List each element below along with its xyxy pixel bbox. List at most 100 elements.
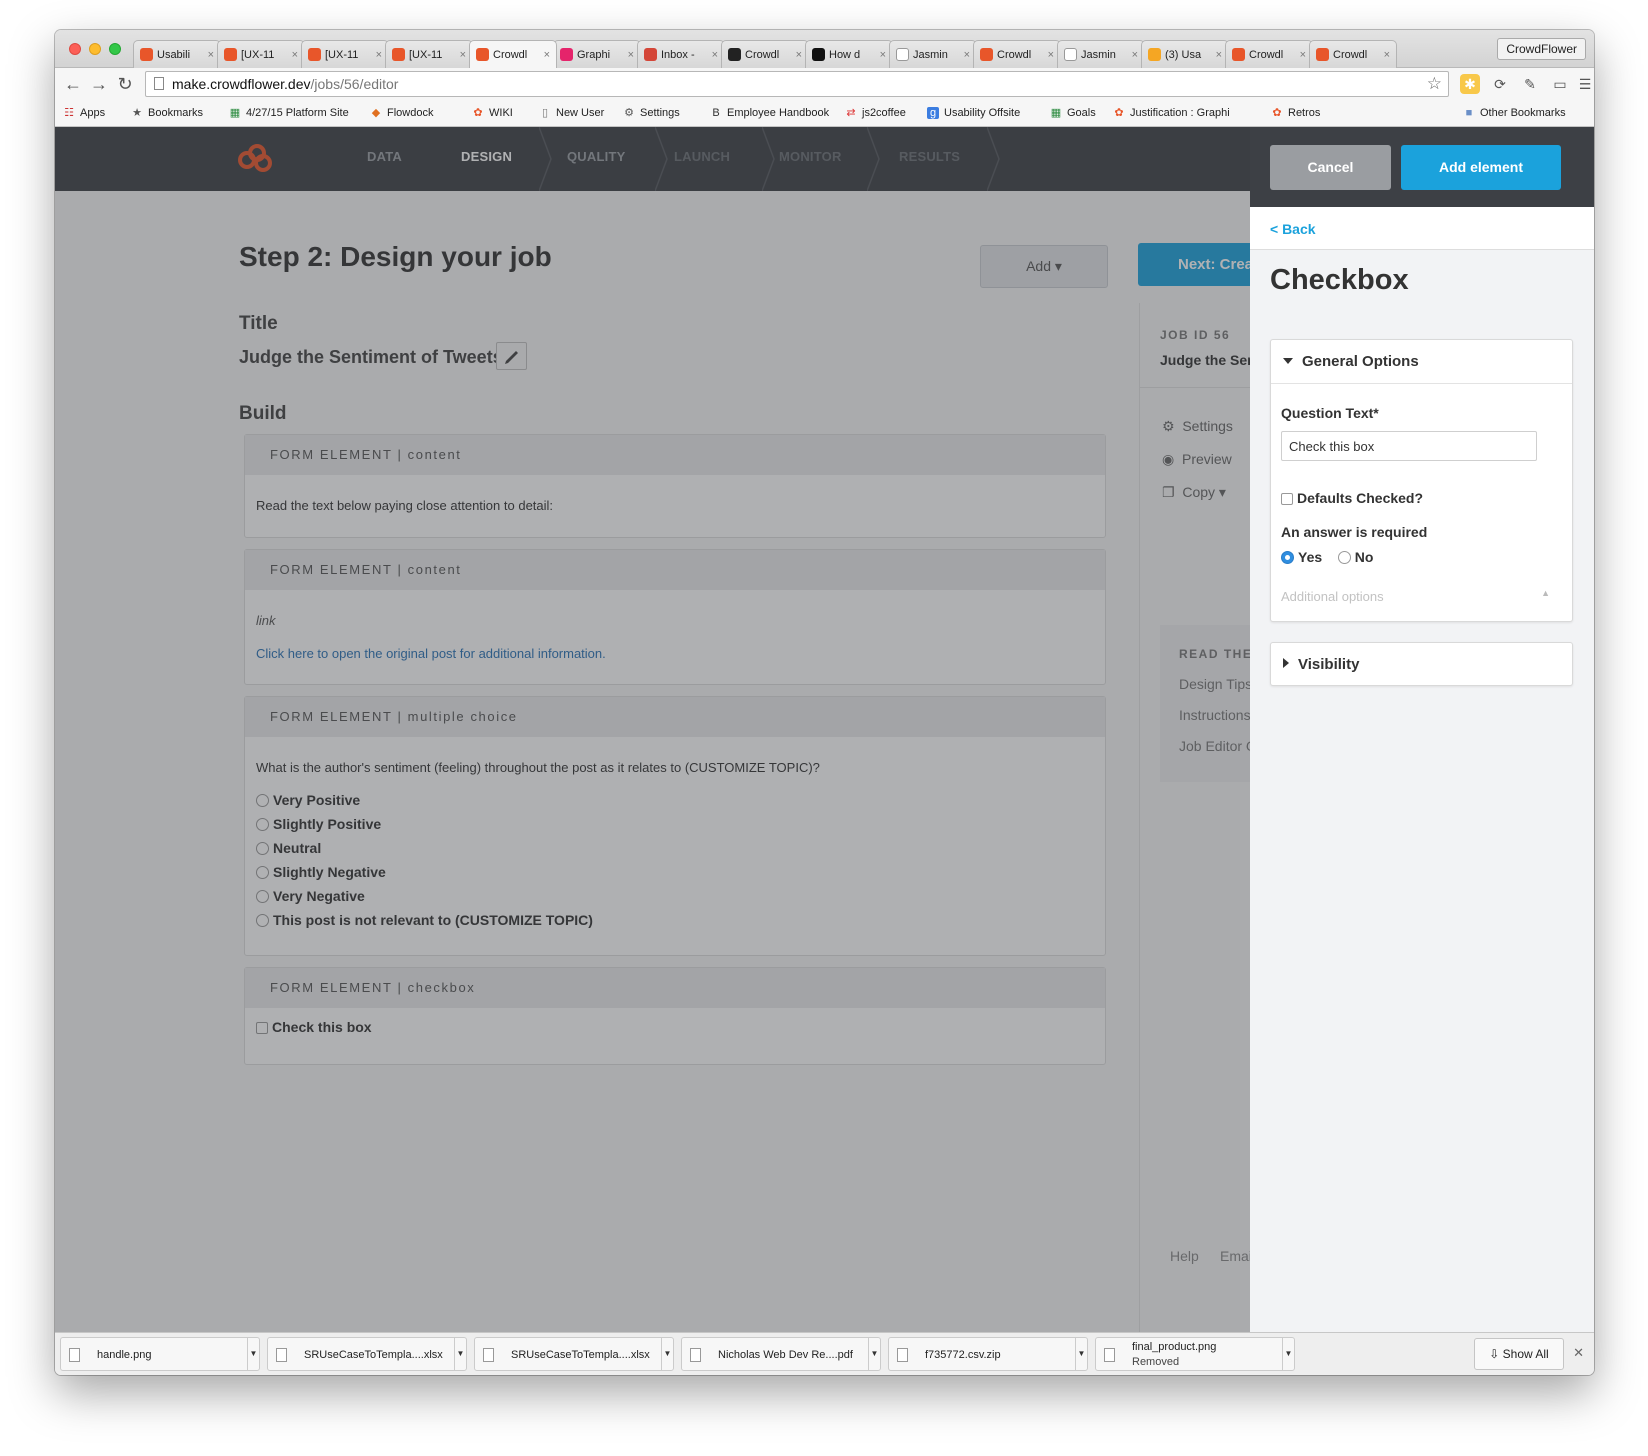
close-icon[interactable]: ×	[292, 49, 298, 61]
close-icon[interactable]: ×	[1132, 49, 1138, 61]
browser-tab[interactable]: [UX-11 ×	[217, 40, 305, 68]
sync-extension-icon[interactable]: ⟳	[1490, 74, 1510, 94]
close-icon[interactable]: ×	[1048, 49, 1054, 61]
bookmark-item[interactable]: ▦ Goals	[1050, 107, 1096, 119]
general-options-toggle[interactable]: General Options	[1271, 340, 1572, 384]
browser-tab[interactable]: [UX-11 ×	[385, 40, 473, 68]
required-no-option[interactable]: No	[1337, 549, 1373, 565]
bookmark-item[interactable]: ◆ Flowdock	[370, 107, 434, 119]
browser-toolbar: ← → ↻ make.crowdflower.dev/jobs/56/edito…	[55, 68, 1594, 100]
additional-options-toggle[interactable]: Additional options	[1281, 589, 1384, 604]
close-icon[interactable]: ×	[964, 49, 970, 61]
close-window-icon[interactable]	[69, 43, 81, 55]
back-link[interactable]: < Back	[1270, 221, 1316, 237]
bookmark-item[interactable]: B Employee Handbook	[710, 107, 829, 119]
close-icon[interactable]: ✕	[1573, 1345, 1584, 1361]
cast-icon[interactable]: ▭	[1550, 74, 1570, 94]
required-radio-group: Yes No	[1281, 549, 1373, 565]
bookmark-item[interactable]: ★ Bookmarks	[131, 107, 203, 119]
close-icon[interactable]: ×	[544, 49, 550, 61]
bookmark-label: WIKI	[489, 107, 513, 119]
close-icon[interactable]: ×	[796, 49, 802, 61]
close-icon[interactable]: ×	[880, 49, 886, 61]
profile-button[interactable]: CrowdFlower	[1497, 38, 1586, 60]
bookmark-item[interactable]: ✿ Retros	[1271, 107, 1320, 119]
add-element-button[interactable]: Add element	[1401, 145, 1561, 190]
bookmark-item[interactable]: ⚙ Settings	[623, 107, 680, 119]
question-text-label: Question Text*	[1281, 405, 1379, 421]
browser-tab[interactable]: Crowdl ×	[1309, 40, 1397, 68]
minimize-window-icon[interactable]	[89, 43, 101, 55]
download-item[interactable]: Nicholas Web Dev Re....pdf ▼	[681, 1337, 881, 1371]
download-item[interactable]: SRUseCaseToTempla....xlsx ▼	[474, 1337, 674, 1371]
browser-tab[interactable]: Inbox - ×	[637, 40, 725, 68]
document-icon: ▯	[541, 107, 549, 119]
cancel-button[interactable]: Cancel	[1270, 145, 1391, 190]
bookmarks-bar: ☷ Apps ★ Bookmarks ▦ 4/27/15 Platform Site ◆ Fl…	[55, 100, 1594, 127]
bookmark-item[interactable]: ▯ New User	[539, 107, 604, 119]
defaults-checked-checkbox[interactable]	[1281, 493, 1293, 505]
bookmark-item[interactable]: ✿ WIKI	[472, 107, 513, 119]
browser-tab[interactable]: Crowdl ×	[1225, 40, 1313, 68]
download-name: f735772.csv.zip	[925, 1349, 1001, 1361]
question-text-input[interactable]	[1281, 431, 1537, 461]
browser-tab[interactable]: Usabili ×	[133, 40, 221, 68]
page-icon	[154, 77, 164, 90]
browser-tab[interactable]: Crowdl ×	[721, 40, 809, 68]
eyedropper-icon[interactable]: ✎	[1520, 74, 1540, 94]
browser-tab[interactable]: How d ×	[805, 40, 893, 68]
close-icon[interactable]: ×	[628, 49, 634, 61]
bookmark-item[interactable]: ☷ Apps	[63, 107, 105, 119]
bookmark-item[interactable]: ▦ 4/27/15 Platform Site	[229, 107, 349, 119]
radio-selected-icon[interactable]	[1281, 551, 1294, 564]
required-label: An answer is required	[1281, 524, 1428, 540]
chevron-down-icon[interactable]: ▼	[454, 1338, 466, 1370]
element-drawer: Cancel Add element < Back Checkbox Gener…	[1250, 127, 1594, 1332]
radio-icon[interactable]	[1337, 551, 1351, 564]
download-item[interactable]: final_product.png Removed ▼	[1095, 1337, 1295, 1371]
close-icon[interactable]: ×	[712, 49, 718, 61]
browser-tab[interactable]: Graphi ×	[553, 40, 641, 68]
close-icon[interactable]: ×	[208, 49, 214, 61]
chevron-up-icon[interactable]: ▲	[1541, 588, 1550, 598]
browser-tab[interactable]: Crowdl ×	[469, 40, 557, 68]
chevron-down-icon[interactable]: ▼	[1282, 1338, 1294, 1370]
download-item[interactable]: SRUseCaseToTempla....xlsx ▼	[267, 1337, 467, 1371]
back-arrow-icon[interactable]: ←	[61, 72, 85, 96]
extension-icon[interactable]: ✱	[1460, 74, 1480, 94]
star-icon: ★	[132, 107, 142, 119]
bookmark-star-icon[interactable]: ☆	[1427, 72, 1442, 96]
reload-icon[interactable]: ↻	[113, 72, 137, 96]
bookmark-item[interactable]: ✿ Justification : Graphi	[1113, 107, 1229, 119]
chevron-down-icon[interactable]: ▼	[661, 1338, 673, 1370]
browser-tab[interactable]: Jasmin ×	[1057, 40, 1145, 68]
address-bar[interactable]: make.crowdflower.dev/jobs/56/editor ☆	[145, 71, 1449, 97]
crowdflower-icon: ✿	[1272, 107, 1282, 119]
close-icon[interactable]: ×	[376, 49, 382, 61]
close-icon[interactable]: ×	[1384, 49, 1390, 61]
browser-tab[interactable]: (3) Usa ×	[1141, 40, 1229, 68]
required-yes-option[interactable]: Yes	[1281, 549, 1322, 565]
other-bookmarks[interactable]: ■ Other Bookmarks	[1463, 107, 1566, 119]
show-all-button[interactable]: ⇩ Show All	[1474, 1338, 1564, 1370]
zoom-window-icon[interactable]	[109, 43, 121, 55]
close-icon[interactable]: ×	[1216, 49, 1222, 61]
forward-arrow-icon[interactable]: →	[87, 72, 111, 96]
download-item[interactable]: handle.png ▼	[60, 1337, 260, 1371]
chevron-down-icon[interactable]: ▼	[1075, 1338, 1087, 1370]
browser-tab[interactable]: Crowdl ×	[973, 40, 1061, 68]
download-item[interactable]: f735772.csv.zip ▼	[888, 1337, 1088, 1371]
browser-tab[interactable]: [UX-11 ×	[301, 40, 389, 68]
close-icon[interactable]: ×	[460, 49, 466, 61]
chevron-down-icon[interactable]: ▼	[868, 1338, 880, 1370]
general-options-panel: General Options Question Text* Defaults …	[1270, 339, 1573, 622]
defaults-checked-option[interactable]: Defaults Checked?	[1281, 490, 1423, 506]
browser-tab[interactable]: Jasmin ×	[889, 40, 977, 68]
menu-icon[interactable]: ☰	[1575, 74, 1594, 94]
file-icon	[897, 1348, 908, 1362]
chevron-down-icon[interactable]: ▼	[247, 1338, 259, 1370]
bookmark-item[interactable]: g Usability Offsite	[927, 107, 1020, 119]
close-icon[interactable]: ×	[1300, 49, 1306, 61]
bookmark-item[interactable]: ⇄ js2coffee	[845, 107, 905, 119]
visibility-toggle[interactable]: Visibility	[1271, 643, 1572, 687]
